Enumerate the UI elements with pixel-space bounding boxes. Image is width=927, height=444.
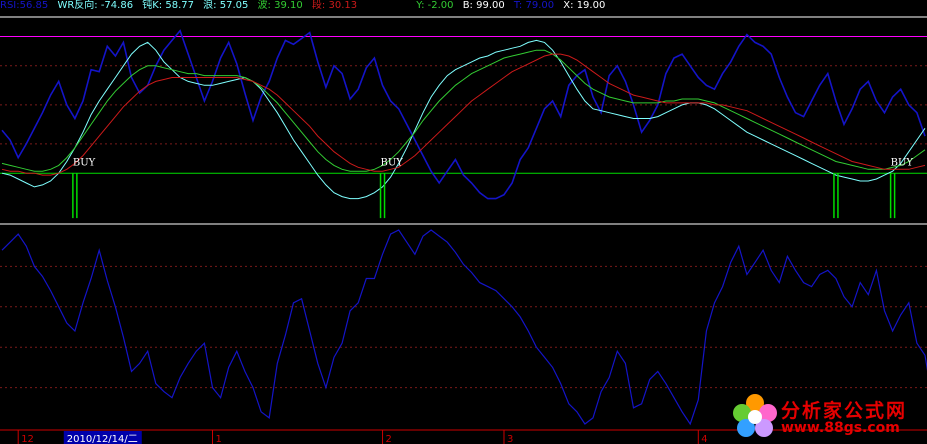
series-red-line xyxy=(1,53,926,176)
buy-signal-label: BUY xyxy=(891,157,914,168)
indicator-chart: BUY BUY BUY12 1 2 3 42010/12/14/二 xyxy=(0,16,927,444)
watermark-url: www.88gs.com xyxy=(781,420,900,436)
watermark: 分析家公式网 www.88gs.com xyxy=(729,392,919,442)
chart-window: RSI:56.85 WR反向: -74.86 钝K: 58.77 浪: 57.0… xyxy=(0,0,927,444)
x-axis-tick-label: 3 xyxy=(507,434,513,444)
flower-logo-icon xyxy=(733,394,777,437)
series-green-line xyxy=(1,49,926,172)
x-axis-tick-label: 2 xyxy=(386,434,392,444)
x-axis-tick-label: 12 xyxy=(21,434,34,444)
buy-signal-label: BUY xyxy=(381,157,404,168)
x-axis-tick-label: 1 xyxy=(216,434,222,444)
date-highlight-label: 2010/12/14/二 xyxy=(67,434,138,444)
x-axis-tick-label: 4 xyxy=(701,434,707,444)
buy-signal-label: BUY xyxy=(73,157,96,168)
watermark-title: 分析家公式网 xyxy=(781,400,908,422)
